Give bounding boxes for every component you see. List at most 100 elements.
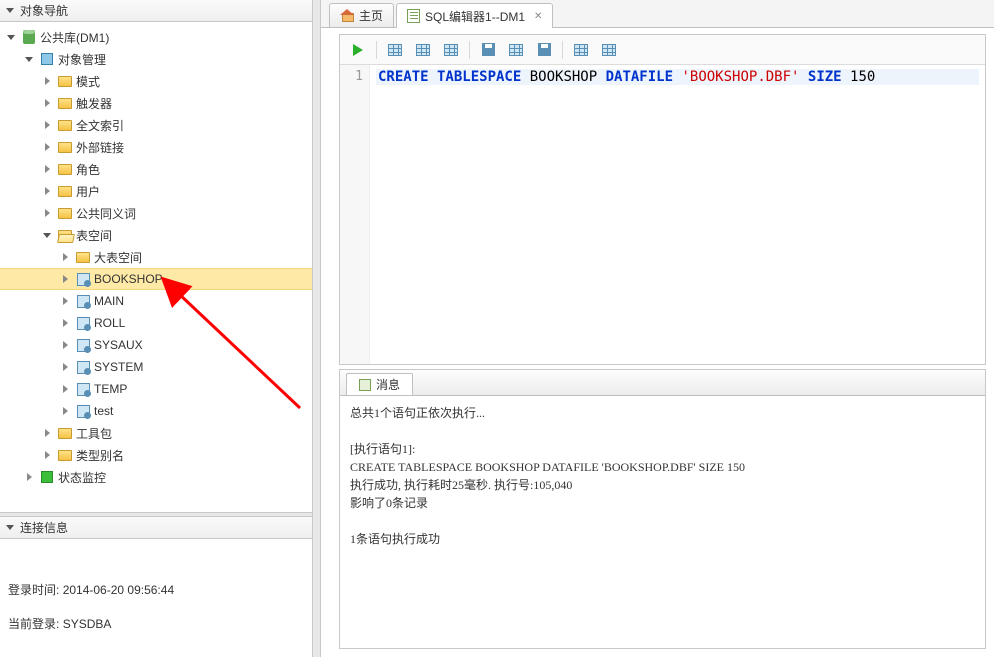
tablespace-icon [77,339,90,352]
collapse-icon [63,253,68,261]
tablespace-item[interactable]: BOOKSHOP [0,268,312,290]
tree-item[interactable]: 角色 [0,158,312,180]
tree-tablespace[interactable]: 表空间 [0,224,312,246]
tree-typealias[interactable]: 类型别名 [0,444,312,466]
folder-icon [58,120,72,131]
toolbar-btn[interactable] [599,40,619,60]
root-label: 公共库(DM1) [40,29,109,46]
tree-item[interactable]: 用户 [0,180,312,202]
tablespace-item[interactable]: 大表空间 [0,246,312,268]
tree-item-label: 角色 [76,161,100,178]
separator [469,41,470,59]
tab-messages[interactable]: 消息 [346,373,413,395]
status-icon [41,471,53,483]
tablespace-icon [77,383,90,396]
toolbar-btn[interactable] [385,40,405,60]
tree-objmgmt[interactable]: 对象管理 [0,48,312,70]
sql-file-icon [407,9,420,23]
tree-item-label: 用户 [76,183,100,200]
tablespace-label: 大表空间 [94,249,142,266]
collapse-icon [45,209,50,217]
collapse-icon [45,121,50,129]
tree-item-label: 公共同义词 [76,205,136,222]
tablespace-icon [77,295,90,308]
folder-icon [58,142,72,153]
tree-root[interactable]: 公共库(DM1) [0,26,312,48]
collapse-icon [45,143,50,151]
collapse-icon [27,473,32,481]
database-icon [23,30,35,44]
collapse-icon [63,297,68,305]
tree-item[interactable]: 模式 [0,70,312,92]
save-icon [482,43,495,56]
tree-item[interactable]: 外部链接 [0,136,312,158]
collapse-icon [63,363,68,371]
collapse-icon [45,451,50,459]
tree-item[interactable]: 触发器 [0,92,312,114]
close-icon[interactable]: ✕ [534,11,542,22]
object-tree[interactable]: 公共库(DM1) 对象管理 模式触发器全文索引外部链接角色用户公共同义词 表空间… [0,22,312,512]
tree-item[interactable]: 公共同义词 [0,202,312,224]
collapse-icon [63,275,68,283]
expand-icon [7,35,15,40]
conn-title: 连接信息 [20,517,68,539]
toolbar-btn[interactable] [413,40,433,60]
tab-sql-editor[interactable]: SQL编辑器1--DM1 ✕ [396,3,553,28]
current-login-label: 当前登录: [8,617,59,631]
message-tabs: 消息 [340,370,985,396]
collapse-icon [45,429,50,437]
run-button[interactable] [348,40,368,60]
toolbar-btn[interactable] [506,40,526,60]
save-button[interactable] [478,40,498,60]
current-login-value: SYSDBA [63,617,112,631]
toolbar-btn[interactable] [441,40,461,60]
nav-header[interactable]: 对象导航 [0,0,312,22]
collapse-icon [45,99,50,107]
sql-keyword: SIZE [808,69,842,85]
folder-icon [58,186,72,197]
separator [376,41,377,59]
expand-icon [43,233,51,238]
collapse-icon [45,165,50,173]
typealias-label: 类型别名 [76,447,124,464]
toolbar-btn[interactable] [534,40,554,60]
home-icon [340,10,354,22]
nav-title: 对象导航 [20,0,68,22]
tab-home[interactable]: 主页 [329,3,394,27]
tree-item-label: 外部链接 [76,139,124,156]
folder-icon [58,428,72,439]
code-line: CREATE TABLESPACE BOOKSHOP DATAFILE 'BOO… [376,69,979,85]
sql-ident: BOOKSHOP [521,69,605,85]
tablespace-icon [77,405,90,418]
separator [562,41,563,59]
tablespace-label: BOOKSHOP [94,272,163,286]
tablespace-label: TEMP [94,382,127,396]
tree-toolkit[interactable]: 工具包 [0,422,312,444]
folder-icon [58,164,72,175]
tab-home-label: 主页 [359,7,383,24]
collapse-icon [6,8,14,13]
editor-toolbar [340,35,985,65]
tree-item-label: 触发器 [76,95,112,112]
tablespace-label: SYSAUX [94,338,143,352]
collapse-icon [6,525,14,530]
tab-bar: 主页 SQL编辑器1--DM1 ✕ [321,0,994,28]
code-editor[interactable]: 1 CREATE TABLESPACE BOOKSHOP DATAFILE 'B… [340,65,985,364]
message-body[interactable]: 总共1个语句正依次执行... [执行语句1]: CREATE TABLESPAC… [340,396,985,648]
grid-icon [388,44,402,56]
right-panel: 主页 SQL编辑器1--DM1 ✕ [321,0,994,657]
collapse-icon [63,319,68,327]
tablespace-icon [77,317,90,330]
annotation-arrow [170,288,320,418]
tree-item-label: 全文索引 [76,117,124,134]
tablespace-label: test [94,404,113,418]
toolbar-btn[interactable] [571,40,591,60]
tree-item[interactable]: 全文索引 [0,114,312,136]
message-panel: 消息 总共1个语句正依次执行... [执行语句1]: CREATE TABLES… [339,369,986,649]
sql-string: 'BOOKSHOP.DBF' [673,69,808,85]
sql-number: 150 [842,69,876,85]
expand-icon [25,57,33,62]
tree-status[interactable]: 状态监控 [0,466,312,488]
conn-header[interactable]: 连接信息 [0,517,312,539]
folder-icon [58,208,72,219]
